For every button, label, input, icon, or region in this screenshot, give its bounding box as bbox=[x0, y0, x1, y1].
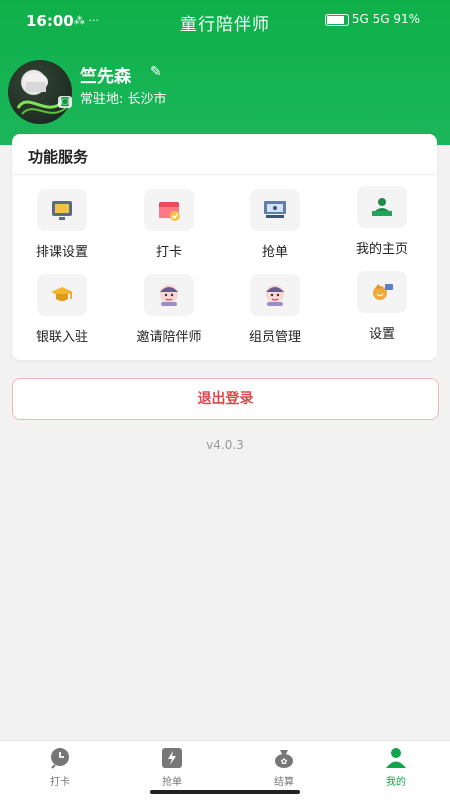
tab-label: 打卡 bbox=[50, 777, 70, 788]
team-avatar-icon bbox=[250, 274, 300, 316]
profile-name: 竺先森 bbox=[80, 67, 131, 87]
service-item-checkin[interactable]: 打卡 bbox=[119, 189, 219, 260]
services-card: 功能服务 排课设置 打卡 抢单 我的主页 银联入驻 邀请陪伴师 组员管理 设置 bbox=[12, 134, 437, 360]
status-indicators: 5G 5G 91% bbox=[324, 12, 420, 26]
settings-gift-icon bbox=[357, 271, 407, 313]
clock-icon bbox=[48, 747, 72, 769]
money-bag-icon: ✿ bbox=[272, 747, 296, 769]
tab-checkin[interactable]: 打卡 bbox=[4, 747, 116, 788]
service-item-label: 排课设置 bbox=[35, 245, 88, 260]
avatar-image bbox=[16, 73, 67, 115]
svg-text:✿: ✿ bbox=[281, 757, 288, 766]
services-title: 功能服务 bbox=[28, 148, 89, 166]
service-item-label: 我的主页 bbox=[355, 242, 408, 257]
lightning-icon bbox=[160, 747, 184, 769]
presentation-icon bbox=[250, 189, 300, 231]
calendar-check-icon bbox=[144, 189, 194, 231]
tab-label: 结算 bbox=[274, 777, 294, 788]
service-item-invite[interactable]: 邀请陪伴师 bbox=[119, 274, 219, 345]
service-item-label: 银联入驻 bbox=[35, 330, 88, 345]
service-item-label: 组员管理 bbox=[248, 330, 301, 345]
invite-avatar-icon bbox=[144, 274, 194, 316]
person-icon bbox=[384, 747, 408, 769]
logout-button[interactable]: 退出登录 bbox=[12, 378, 439, 420]
edit-icon[interactable]: ✎ bbox=[150, 64, 162, 80]
tab-settlement[interactable]: ✿ 结算 bbox=[228, 747, 340, 788]
user-podium-icon bbox=[357, 186, 407, 228]
camera-icon[interactable]: ◙ bbox=[58, 96, 72, 108]
service-item-schedule[interactable]: 排课设置 bbox=[12, 189, 112, 260]
profile-header: 16:00 ⁂ ··· 童行陪伴师 5G 5G 91% ◙ 竺先森 ✎ 常驻地:… bbox=[0, 0, 450, 145]
service-item-label: 打卡 bbox=[155, 245, 182, 260]
service-item-homepage[interactable]: 我的主页 bbox=[332, 186, 432, 257]
service-item-label: 抢单 bbox=[261, 245, 288, 260]
residence-text: 常驻地: 长沙市 bbox=[80, 92, 167, 107]
service-item-label: 邀请陪伴师 bbox=[136, 330, 202, 345]
home-indicator bbox=[150, 790, 300, 794]
divider bbox=[12, 174, 437, 175]
service-item-team[interactable]: 组员管理 bbox=[225, 274, 325, 345]
service-item-label: 设置 bbox=[368, 327, 395, 342]
graduation-cap-icon bbox=[37, 274, 87, 316]
service-item-unionpay[interactable]: 银联入驻 bbox=[12, 274, 112, 345]
battery-icon bbox=[324, 13, 349, 26]
service-item-grab-order[interactable]: 抢单 bbox=[225, 189, 325, 260]
version-text: v4.0.3 bbox=[206, 438, 244, 452]
service-item-settings[interactable]: 设置 bbox=[332, 271, 432, 342]
tab-label: 我的 bbox=[386, 777, 406, 788]
avatar[interactable] bbox=[8, 60, 72, 124]
tab-label: 抢单 bbox=[162, 777, 182, 788]
status-bar: 16:00 ⁂ ··· 童行陪伴师 5G 5G 91% bbox=[0, 0, 450, 40]
schedule-icon bbox=[37, 189, 87, 231]
tab-mine[interactable]: 我的 bbox=[340, 747, 450, 788]
tab-grab-order[interactable]: 抢单 bbox=[116, 747, 228, 788]
